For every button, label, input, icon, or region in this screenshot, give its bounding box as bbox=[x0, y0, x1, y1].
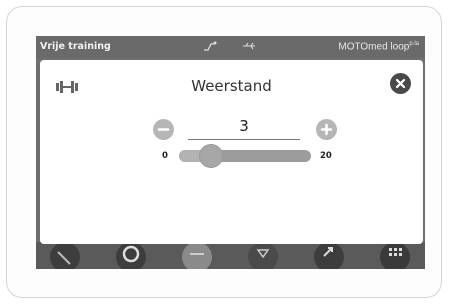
speed-icon bbox=[57, 251, 71, 265]
minus-icon bbox=[157, 128, 170, 131]
decrease-button[interactable] bbox=[153, 119, 174, 140]
slider-handle[interactable] bbox=[199, 144, 224, 168]
menu-button[interactable] bbox=[380, 242, 410, 269]
stop-icon bbox=[122, 245, 140, 263]
brand-suffix: p.la bbox=[409, 41, 419, 47]
resistance-value[interactable]: 3 bbox=[188, 113, 300, 140]
arrow-down-icon bbox=[256, 249, 270, 259]
stop-button[interactable] bbox=[116, 242, 146, 269]
status-bar: Vrije training MOTOmed loopp.la bbox=[36, 36, 425, 58]
close-button[interactable] bbox=[390, 73, 411, 94]
dialog-title: Weerstand bbox=[191, 77, 272, 95]
direction-button[interactable] bbox=[314, 242, 344, 269]
slider-max-label: 20 bbox=[320, 151, 332, 161]
mode-label: Vrije training bbox=[40, 41, 111, 52]
slider-min-label: 0 bbox=[162, 151, 168, 161]
resistance-status-icon bbox=[204, 41, 217, 51]
increase-button[interactable] bbox=[316, 119, 337, 140]
direction-icon bbox=[323, 247, 333, 257]
arrow-down-button[interactable] bbox=[248, 242, 278, 269]
resistance-dialog: Weerstand 3 0 20 bbox=[40, 60, 423, 244]
usb-icon bbox=[243, 42, 255, 50]
bottom-toolbar bbox=[36, 242, 425, 269]
device-brand: MOTOmed loopp.la bbox=[338, 41, 419, 53]
menu-grid-icon bbox=[389, 248, 402, 256]
speed-button[interactable] bbox=[50, 242, 80, 269]
program-button[interactable] bbox=[182, 242, 212, 269]
resistance-slider[interactable] bbox=[179, 144, 311, 168]
close-icon bbox=[395, 78, 406, 89]
plus-icon bbox=[320, 123, 333, 136]
program-icon bbox=[190, 253, 204, 255]
